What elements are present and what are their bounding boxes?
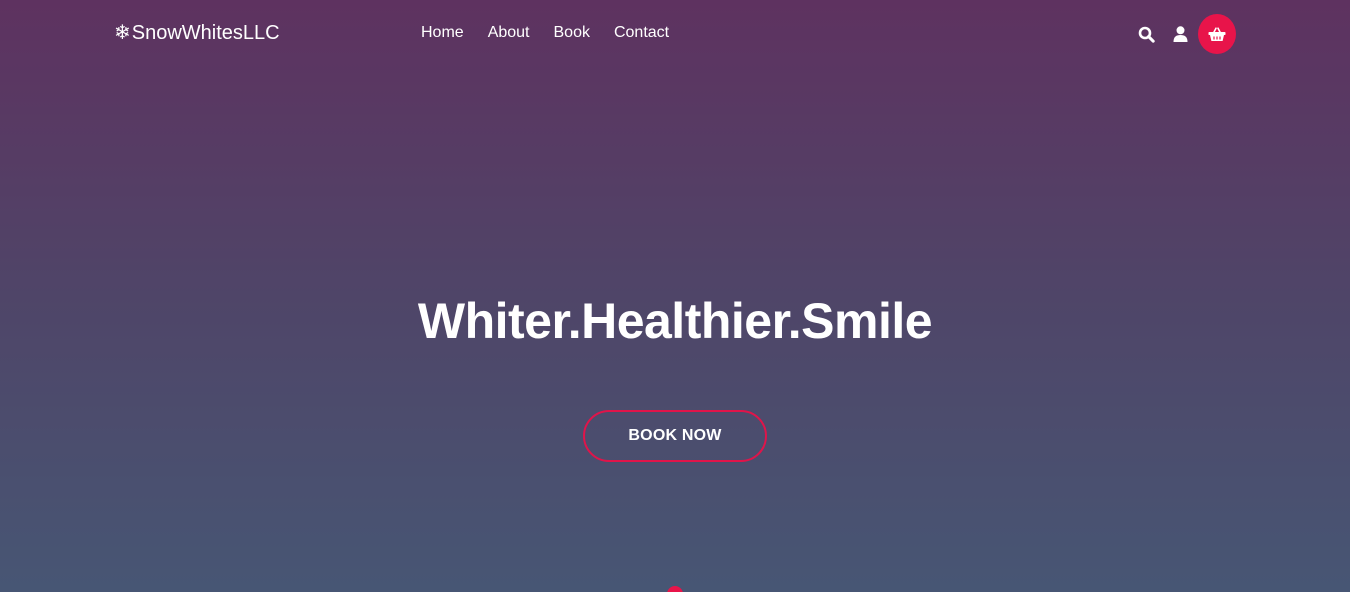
nav-icon-group bbox=[1134, 14, 1236, 54]
nav-link-contact[interactable]: Contact bbox=[602, 21, 681, 45]
book-now-button[interactable]: BOOK NOW bbox=[583, 410, 767, 462]
hero-title: Whiter.Healthier.Smile bbox=[417, 293, 933, 349]
snowflake-icon: ❄ bbox=[114, 22, 131, 44]
user-icon bbox=[1173, 26, 1187, 42]
hero-cta-wrap: BOOK NOW bbox=[0, 410, 1350, 462]
brand-name: SnowWhitesLLC bbox=[131, 22, 280, 44]
nav-link-book[interactable]: Book bbox=[542, 21, 602, 45]
shopping-basket-icon bbox=[1208, 26, 1226, 41]
account-button[interactable] bbox=[1168, 14, 1192, 54]
search-icon bbox=[1138, 26, 1155, 43]
top-navbar: ❄ SnowWhitesLLC Home About Book Contact bbox=[0, 0, 1350, 68]
main-nav: Home About Book Contact bbox=[409, 21, 681, 45]
brand-logo-link[interactable]: ❄ SnowWhitesLLC bbox=[114, 20, 280, 46]
nav-link-about[interactable]: About bbox=[476, 21, 542, 45]
cart-button[interactable] bbox=[1198, 14, 1236, 54]
hero-section: Whiter.Healthier.Smile bbox=[0, 278, 1350, 364]
nav-link-home[interactable]: Home bbox=[409, 21, 476, 45]
scroll-indicator[interactable] bbox=[667, 586, 683, 592]
search-button[interactable] bbox=[1134, 14, 1158, 54]
